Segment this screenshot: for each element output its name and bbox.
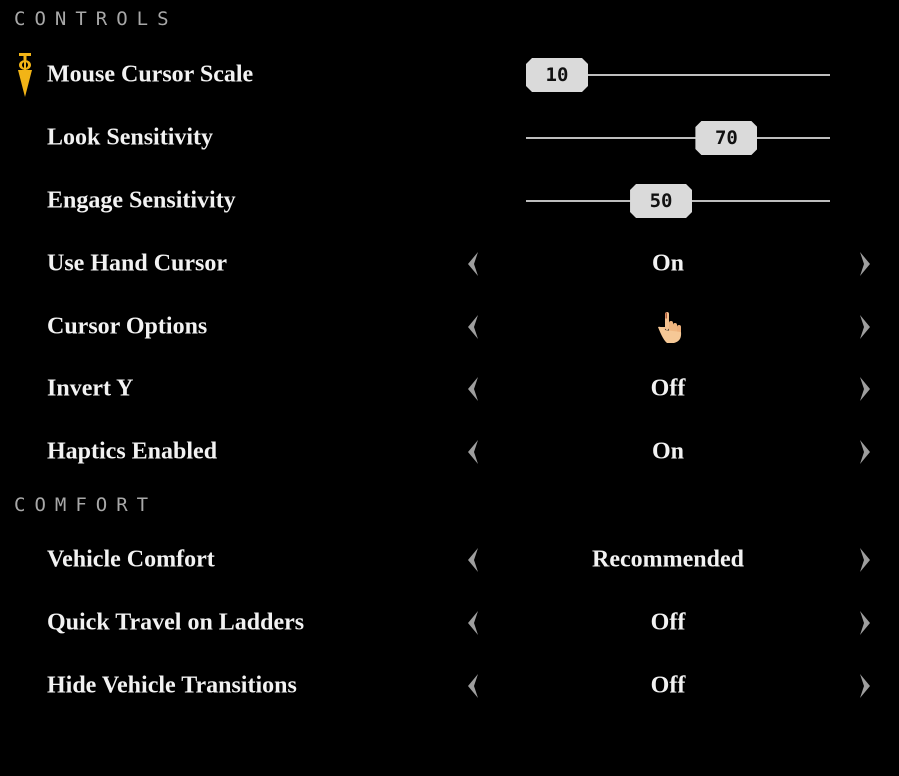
setting-row-hide-vehicle-transitions[interactable]: Hide Vehicle Transitions Off: [0, 661, 899, 711]
look-sensitivity-slider[interactable]: 70: [526, 137, 830, 139]
chevron-right-icon[interactable]: [856, 546, 874, 574]
chevron-left-icon[interactable]: [464, 438, 482, 466]
slider-thumb[interactable]: 10: [526, 58, 588, 92]
setting-row-haptics-enabled[interactable]: Haptics Enabled On: [0, 427, 899, 477]
setting-label: Mouse Cursor Scale: [47, 61, 254, 88]
chevron-right-icon[interactable]: [856, 250, 874, 278]
chevron-right-icon[interactable]: [856, 438, 874, 466]
setting-label: Engage Sensitivity: [47, 187, 236, 214]
setting-row-vehicle-comfort[interactable]: Vehicle Comfort Recommended: [0, 535, 899, 585]
setting-label: Vehicle Comfort: [47, 546, 215, 573]
setting-value: Off: [650, 609, 686, 636]
setting-label: Hide Vehicle Transitions: [47, 672, 297, 699]
chevron-right-icon[interactable]: [856, 375, 874, 403]
setting-label: Quick Travel on Ladders: [47, 609, 305, 636]
chevron-left-icon[interactable]: [464, 313, 482, 341]
setting-row-look-sensitivity[interactable]: Look Sensitivity 70: [0, 113, 899, 163]
chevron-right-icon[interactable]: [856, 672, 874, 700]
section-header-comfort: COMFORT: [14, 494, 158, 516]
setting-row-use-hand-cursor[interactable]: Use Hand Cursor On: [0, 239, 899, 289]
setting-label: Invert Y: [47, 375, 134, 402]
chevron-left-icon[interactable]: [464, 672, 482, 700]
plumb-bob-marker-icon: [18, 53, 32, 97]
hand-pointer-cursor-icon: [658, 312, 682, 343]
chevron-left-icon[interactable]: [464, 250, 482, 278]
slider-thumb[interactable]: 70: [695, 121, 757, 155]
setting-value: Recommended: [592, 546, 744, 573]
setting-label: Cursor Options: [47, 313, 208, 340]
setting-label: Look Sensitivity: [47, 124, 214, 151]
setting-row-invert-y[interactable]: Invert Y Off: [0, 364, 899, 414]
setting-row-engage-sensitivity[interactable]: Engage Sensitivity 50: [0, 176, 899, 226]
chevron-right-icon[interactable]: [856, 313, 874, 341]
setting-value: On: [651, 250, 684, 277]
setting-label: Use Hand Cursor: [47, 250, 228, 277]
engage-sensitivity-slider[interactable]: 50: [526, 200, 830, 202]
slider-thumb[interactable]: 50: [630, 184, 692, 218]
setting-row-mouse-cursor-scale[interactable]: Mouse Cursor Scale 10: [0, 50, 899, 100]
setting-value: Off: [650, 672, 686, 699]
setting-value: Off: [650, 375, 686, 402]
mouse-cursor-scale-slider[interactable]: 10: [526, 74, 830, 76]
chevron-left-icon[interactable]: [464, 375, 482, 403]
section-header-controls: CONTROLS: [14, 8, 178, 30]
setting-row-quick-travel-on-ladders[interactable]: Quick Travel on Ladders Off: [0, 598, 899, 648]
setting-row-cursor-options[interactable]: Cursor Options: [0, 302, 899, 352]
chevron-right-icon[interactable]: [856, 609, 874, 637]
chevron-left-icon[interactable]: [464, 546, 482, 574]
setting-label: Haptics Enabled: [47, 438, 218, 465]
setting-value: On: [651, 438, 684, 465]
chevron-left-icon[interactable]: [464, 609, 482, 637]
